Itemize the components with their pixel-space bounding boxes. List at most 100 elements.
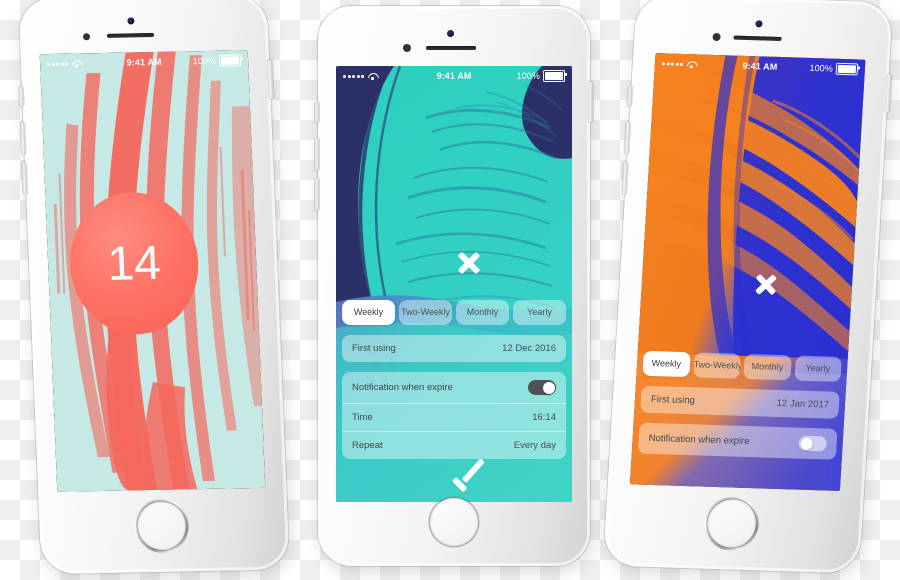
status-bar-middle: 9:41 AM 100% <box>336 66 572 86</box>
volume-up-button[interactable] <box>315 138 319 170</box>
segment-weekly[interactable]: Weekly <box>642 350 691 378</box>
mute-switch[interactable] <box>18 86 24 107</box>
notification-toggle[interactable] <box>798 435 828 452</box>
row-time-value: 16:14 <box>532 412 556 423</box>
frequency-segmented-control: Weekly Two-Weekly Monthly Yearly <box>336 300 572 325</box>
volume-up-button[interactable] <box>20 122 26 155</box>
days-remaining-value: 14 <box>106 236 162 291</box>
settings-panel-middle: Weekly Two-Weekly Monthly Yearly First u… <box>336 300 572 459</box>
battery-percent-label: 100% <box>809 62 834 74</box>
frequency-segmented-control: Weekly Two-Weekly Monthly Yearly <box>636 350 847 383</box>
volume-up-button[interactable] <box>624 122 631 155</box>
status-right-group: 100% <box>777 61 859 76</box>
row-repeat-value: Every day <box>513 440 556 451</box>
row-notification-label: Notification when expire <box>352 382 453 393</box>
row-first-using-label: First using <box>352 343 396 354</box>
mute-switch[interactable] <box>315 102 319 122</box>
proximity-sensor-icon <box>403 44 411 52</box>
row-notification-when-expire[interactable]: Notification when expire <box>638 423 838 460</box>
close-x-icon[interactable] <box>751 270 781 299</box>
mockup-stage: 9:41 AM 100% 14 9:41 AM 100% Weekly Two-… <box>0 0 900 580</box>
battery-full-icon <box>218 54 242 67</box>
segment-monthly-label: Monthly <box>751 361 784 373</box>
signal-strength-icon <box>47 62 69 66</box>
status-left-group <box>343 72 437 80</box>
notification-settings-card: Notification when expire Time 16:14 Repe… <box>342 372 566 459</box>
volume-down-button[interactable] <box>315 178 319 210</box>
segment-yearly[interactable]: Yearly <box>513 300 566 325</box>
status-time: 9:41 AM <box>436 71 472 81</box>
home-button[interactable] <box>427 495 481 549</box>
segment-two-weekly-label: Two-Weekly <box>693 359 741 371</box>
row-repeat-label: Repeat <box>352 440 383 451</box>
volume-down-button[interactable] <box>22 162 28 195</box>
wifi-icon <box>72 59 81 67</box>
row-first-using[interactable]: First using 12 Dec 2016 <box>342 335 566 362</box>
screen-left: 9:41 AM 100% 14 <box>39 50 266 492</box>
proximity-sensor-icon <box>82 33 91 41</box>
status-right-group: 100% <box>471 70 568 82</box>
row-notification-label: Notification when expire <box>648 432 750 448</box>
segment-two-weekly[interactable]: Two-Weekly <box>399 300 452 325</box>
volume-down-button[interactable] <box>622 162 629 195</box>
notification-toggle[interactable] <box>528 380 556 395</box>
power-button[interactable] <box>588 82 593 122</box>
proximity-sensor-icon <box>712 32 721 42</box>
phone-device-left: 9:41 AM 100% 14 <box>18 0 290 575</box>
mute-switch[interactable] <box>627 86 633 107</box>
segment-monthly[interactable]: Monthly <box>456 300 509 325</box>
signal-strength-icon <box>343 74 364 78</box>
close-x-icon[interactable] <box>454 248 484 278</box>
phone-device-middle: 9:41 AM 100% Weekly Two-Weekly Monthly Y… <box>315 6 593 566</box>
status-time: 9:41 AM <box>126 56 162 68</box>
row-time[interactable]: Time 16:14 <box>342 403 566 431</box>
wifi-icon <box>687 60 696 68</box>
row-time-label: Time <box>352 412 373 423</box>
first-using-card: First using 12 Jan 2017 <box>640 385 840 419</box>
phone-device-right: 9:41 AM 100% Weekly Two-Weekly Monthly Y… <box>603 0 893 574</box>
front-camera-icon <box>127 17 135 25</box>
earpiece-speaker <box>106 33 155 38</box>
power-button[interactable] <box>884 74 892 113</box>
segment-two-weekly-label: Two-Weekly <box>401 307 450 317</box>
front-camera-icon <box>755 20 763 28</box>
earpiece-speaker <box>733 35 782 42</box>
status-right-group: 100% <box>161 54 242 68</box>
status-left-group <box>47 59 127 69</box>
segment-weekly[interactable]: Weekly <box>342 300 395 325</box>
battery-full-icon <box>543 70 568 82</box>
home-button[interactable] <box>136 501 187 551</box>
screen-middle: 9:41 AM 100% Weekly Two-Weekly Monthly Y… <box>336 66 572 502</box>
row-first-using-value: 12 Dec 2016 <box>502 343 556 354</box>
battery-percent-label: 100% <box>192 55 217 67</box>
row-notification-when-expire[interactable]: Notification when expire <box>342 372 566 403</box>
segment-monthly[interactable]: Monthly <box>743 353 792 381</box>
segment-two-weekly[interactable]: Two-Weekly <box>692 352 741 379</box>
checkmark-icon[interactable] <box>451 458 488 493</box>
battery-full-icon <box>835 62 859 76</box>
status-left-group <box>661 59 743 70</box>
home-button[interactable] <box>706 498 758 549</box>
segment-yearly-label: Yearly <box>527 307 552 317</box>
status-bar-left: 9:41 AM 100% <box>40 50 249 74</box>
earpiece-speaker <box>426 46 476 50</box>
status-time: 9:41 AM <box>742 60 778 72</box>
wifi-icon <box>368 72 377 80</box>
row-first-using-value: 12 Jan 2017 <box>776 397 830 411</box>
segment-weekly-label: Weekly <box>651 357 682 369</box>
screen-right: 9:41 AM 100% Weekly Two-Weekly Monthly Y… <box>629 53 866 491</box>
first-using-card: First using 12 Dec 2016 <box>342 335 566 362</box>
row-first-using-label: First using <box>650 393 696 407</box>
segment-monthly-label: Monthly <box>466 307 499 317</box>
settings-panel-right: Weekly Two-Weekly Monthly Yearly First u… <box>632 350 848 460</box>
signal-strength-icon <box>661 61 684 66</box>
row-first-using[interactable]: First using 12 Jan 2017 <box>640 386 840 419</box>
power-button[interactable] <box>267 59 274 99</box>
notification-settings-card: Notification when expire <box>637 422 838 460</box>
row-repeat[interactable]: Repeat Every day <box>342 431 566 459</box>
battery-percent-label: 100% <box>516 71 541 81</box>
segment-weekly-label: Weekly <box>353 307 384 317</box>
segment-yearly[interactable]: Yearly <box>793 355 842 382</box>
front-camera-icon <box>447 30 454 37</box>
segment-yearly-label: Yearly <box>805 362 831 374</box>
